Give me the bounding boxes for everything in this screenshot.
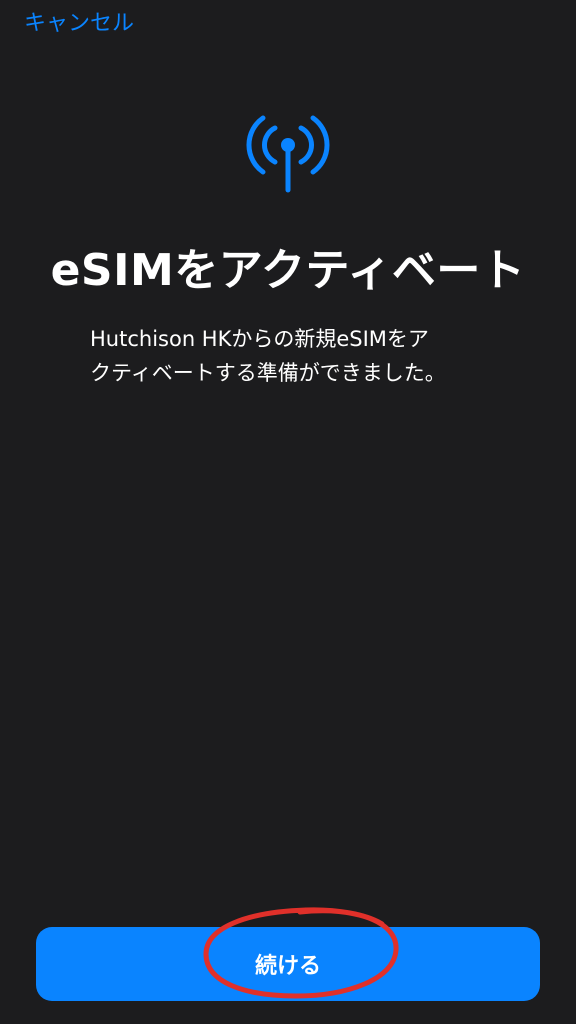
page-description: Hutchison HKからの新規eSIMをア クティベートする準備ができました… [90, 322, 486, 390]
description-line-1: Hutchison HKからの新規eSIMをア [90, 327, 429, 351]
page-title: eSIMをアクティベート [50, 245, 526, 296]
antenna-radiowaves-icon [246, 115, 330, 193]
description-line-2: クティベートする準備ができました。 [90, 361, 446, 385]
cancel-button[interactable]: キャンセル [24, 8, 134, 40]
continue-button-label: 続ける [254, 954, 321, 979]
continue-button[interactable]: 続ける [36, 927, 540, 1001]
